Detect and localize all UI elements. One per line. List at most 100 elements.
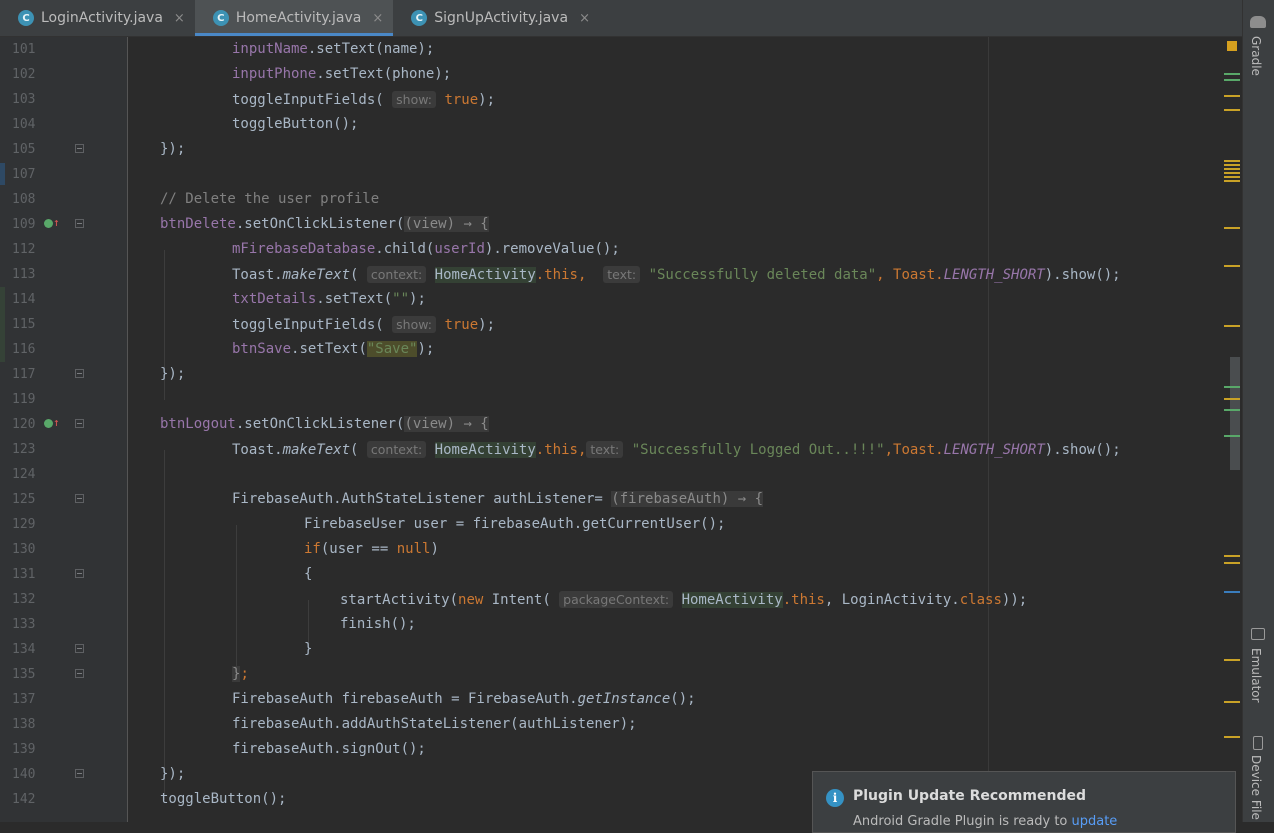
stripe-marker[interactable] — [1224, 386, 1240, 388]
line-number: 129 — [12, 517, 36, 532]
folded-lambda[interactable]: (view) → { — [404, 416, 489, 432]
fold-icon[interactable] — [75, 644, 84, 653]
line-number: 120 — [12, 417, 36, 432]
stripe-marker[interactable] — [1224, 562, 1240, 564]
code-token: HomeActivity — [434, 442, 536, 458]
line-number: 135 — [12, 667, 36, 682]
info-icon: i — [826, 789, 844, 807]
code-token: getInstance — [577, 691, 671, 707]
fold-icon[interactable] — [75, 219, 84, 228]
code-line: 135 }; — [0, 662, 1220, 687]
code-line: 138 firebaseAuth.addAuthStateListener(au… — [0, 712, 1220, 737]
warning-status-icon[interactable] — [1227, 41, 1237, 51]
stripe-marker[interactable] — [1224, 265, 1240, 267]
arrow-up-icon: ↑ — [53, 216, 60, 229]
fold-icon[interactable] — [75, 769, 84, 778]
code-token: toggleInputFields( — [232, 92, 393, 108]
fold-icon[interactable] — [75, 669, 84, 678]
code-line: 112 mFirebaseDatabase.child(userId).remo… — [0, 237, 1220, 262]
code-line: 108 // Delete the user profile — [0, 187, 1220, 212]
code-token: .this — [782, 592, 825, 608]
line-number: 138 — [12, 717, 36, 732]
code-line: 125 FirebaseAuth.AuthStateListener authL… — [0, 487, 1220, 512]
tab-home-activity[interactable]: C HomeActivity.java × — [194, 0, 394, 36]
stripe-marker[interactable] — [1224, 701, 1240, 703]
fold-icon[interactable] — [75, 144, 84, 153]
folded-lambda[interactable]: (firebaseAuth) → { — [611, 491, 764, 507]
fold-icon[interactable] — [75, 419, 84, 428]
line-number: 112 — [12, 242, 36, 257]
stripe-marker[interactable] — [1224, 659, 1240, 661]
line-number: 134 — [12, 642, 36, 657]
code-string: "Successfully deleted data" — [648, 267, 877, 283]
line-number: 133 — [12, 617, 36, 632]
line-number: 107 — [12, 167, 36, 182]
code-string: "" — [392, 291, 410, 307]
stripe-marker[interactable] — [1224, 398, 1240, 400]
line-number: 117 — [12, 367, 36, 382]
code-line: 120 ↑ btnLogout.setOnClickListener((view… — [0, 412, 1220, 437]
scrollbar-thumb[interactable] — [1230, 357, 1240, 470]
line-number: 125 — [12, 492, 36, 507]
code-token: finish(); — [340, 616, 416, 632]
code-token: mFirebaseDatabase — [232, 241, 376, 257]
code-token: ).removeValue(); — [484, 241, 620, 257]
code-token: }); — [160, 766, 186, 782]
tab-signup-activity[interactable]: C SignUpActivity.java × — [393, 0, 600, 36]
stripe-marker[interactable] — [1224, 591, 1240, 593]
gradle-tool-button[interactable]: Gradle — [1249, 36, 1263, 76]
error-stripe[interactable] — [1220, 37, 1242, 822]
close-icon[interactable]: × — [579, 11, 590, 26]
code-token: .this — [535, 442, 578, 458]
code-line: 132 startActivity(new Intent( packageCon… — [0, 587, 1220, 612]
fold-icon[interactable] — [75, 569, 84, 578]
code-line: 101 inputName.setText(name); — [0, 37, 1220, 62]
line-number: 131 — [12, 567, 36, 582]
emulator-tool-button[interactable]: Emulator — [1249, 648, 1263, 703]
stripe-marker[interactable] — [1224, 160, 1240, 182]
code-token: true — [444, 92, 479, 108]
close-icon[interactable]: × — [372, 11, 383, 26]
parameter-hint: text: — [603, 266, 641, 283]
line-number: 114 — [12, 292, 36, 307]
line-number: 101 — [12, 42, 36, 57]
code-token: Toast. — [232, 442, 283, 458]
java-class-icon: C — [411, 10, 428, 26]
code-line: 123 Toast.makeText( context: HomeActivit… — [0, 437, 1220, 462]
stripe-marker[interactable] — [1224, 435, 1240, 437]
fold-icon[interactable] — [75, 494, 84, 503]
folded-lambda[interactable]: (view) → { — [404, 216, 489, 232]
stripe-marker[interactable] — [1224, 73, 1240, 75]
code-line: 139 firebaseAuth.signOut(); — [0, 737, 1220, 762]
tab-login-activity[interactable]: C LoginActivity.java × — [0, 0, 195, 36]
notification-balloon[interactable]: i Plugin Update Recommended Android Grad… — [812, 771, 1236, 833]
fold-icon[interactable] — [75, 369, 84, 378]
override-icon[interactable] — [44, 419, 53, 428]
line-number: 109 — [12, 217, 36, 232]
parameter-hint: show: — [392, 316, 436, 333]
stripe-marker[interactable] — [1224, 325, 1240, 327]
code-token: ; — [240, 666, 249, 682]
code-token: .child( — [375, 241, 435, 257]
close-icon[interactable]: × — [174, 11, 185, 26]
emulator-icon — [1251, 628, 1265, 640]
override-icon[interactable] — [44, 219, 53, 228]
code-token: ( — [350, 442, 367, 458]
line-number: 103 — [12, 92, 36, 107]
stripe-marker[interactable] — [1224, 555, 1240, 557]
stripe-marker[interactable] — [1224, 95, 1240, 97]
stripe-marker[interactable] — [1224, 79, 1240, 81]
code-editor[interactable]: 101 inputName.setText(name); 102 inputPh… — [0, 37, 1220, 822]
stripe-marker[interactable] — [1224, 109, 1240, 111]
device-file-tool-button[interactable]: Device File — [1249, 755, 1263, 820]
stripe-marker[interactable] — [1224, 227, 1240, 229]
stripe-marker[interactable] — [1224, 736, 1240, 738]
code-token: ( — [350, 267, 367, 283]
code-token: LENGTH_SHORT — [943, 267, 1045, 283]
code-token: ,Toast. — [884, 442, 944, 458]
code-token: null — [396, 541, 431, 557]
line-number: 142 — [12, 792, 36, 807]
code-token: { — [304, 566, 313, 582]
code-line: 124 — [0, 462, 1220, 487]
stripe-marker[interactable] — [1224, 409, 1240, 411]
